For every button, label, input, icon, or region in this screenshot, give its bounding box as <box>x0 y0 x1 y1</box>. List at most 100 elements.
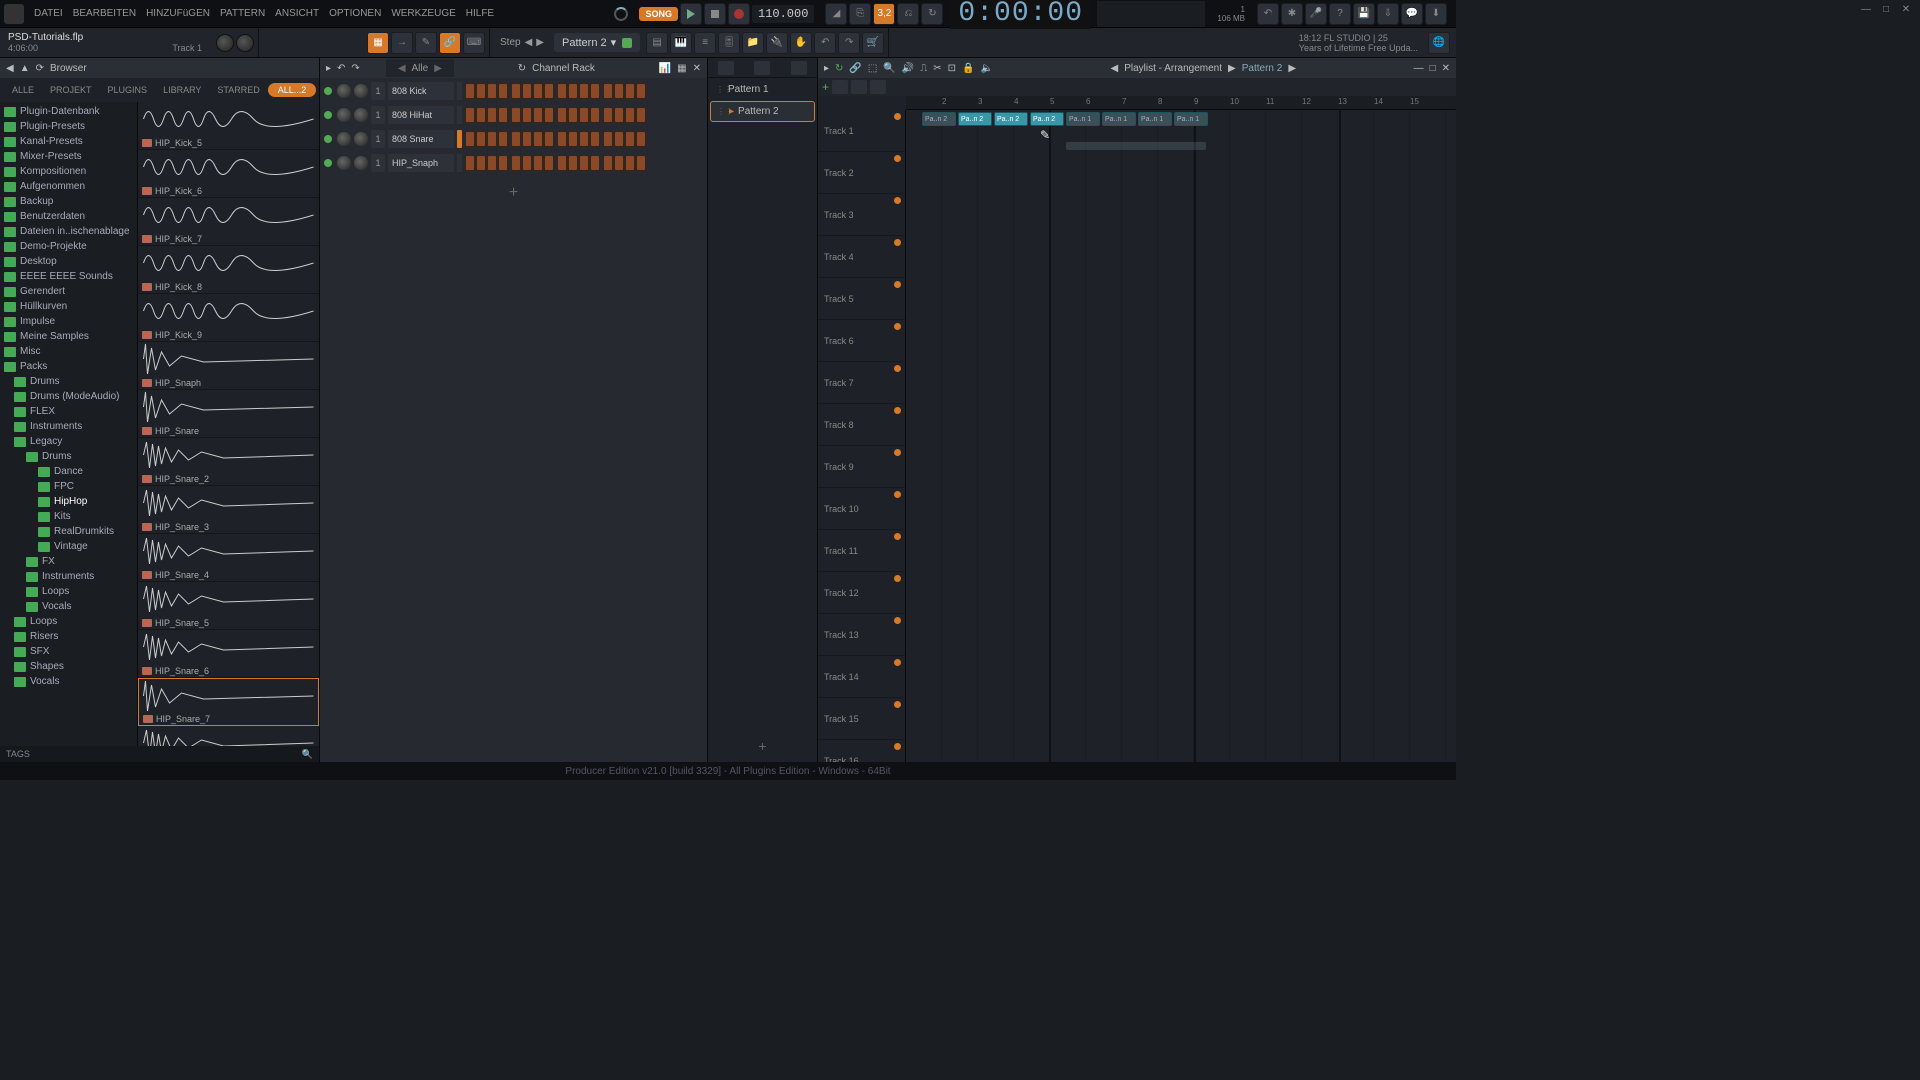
step-cell[interactable] <box>568 155 578 171</box>
picker-list-icon[interactable] <box>718 61 734 75</box>
track-mute-led[interactable] <box>894 197 901 204</box>
step-cell[interactable] <box>614 155 624 171</box>
step-cell[interactable] <box>465 131 475 147</box>
metronome-button[interactable]: ◢ <box>825 3 847 25</box>
channel-pan-knob[interactable] <box>337 132 351 146</box>
channel-add-button[interactable]: + <box>320 178 707 208</box>
save-button[interactable]: 💾 <box>1353 3 1375 25</box>
step-cell[interactable] <box>544 155 554 171</box>
playlist-clip[interactable]: Pa..n 1 <box>1138 112 1172 126</box>
sample-row[interactable]: HIP_Snare_3 <box>138 486 319 534</box>
track-header[interactable]: Track 8 <box>818 404 905 446</box>
tree-item[interactable]: Demo-Projekte <box>0 239 137 254</box>
tree-item[interactable]: Shapes <box>0 659 137 674</box>
cr-filter-next[interactable]: ▶ <box>428 63 448 74</box>
channel-name[interactable]: 808 HiHat <box>388 106 454 124</box>
pl-tool-paint-icon[interactable] <box>851 80 867 94</box>
step-cell[interactable] <box>511 131 521 147</box>
sample-row[interactable]: HIP_Kick_5 <box>138 102 319 150</box>
step-cell[interactable] <box>557 131 567 147</box>
help-button[interactable]: ? <box>1329 3 1351 25</box>
step-cell[interactable] <box>636 107 646 123</box>
track-mute-led[interactable] <box>894 407 901 414</box>
pl-speaker-icon[interactable]: 🔈 <box>980 63 992 74</box>
chat-button[interactable]: 💬 <box>1401 3 1423 25</box>
countdown-button[interactable]: 3,2 <box>873 3 895 25</box>
playlist-clip[interactable]: Pa..n 2 <box>922 112 956 126</box>
step-cell[interactable] <box>557 155 567 171</box>
picker-edit-icon[interactable] <box>791 61 807 75</box>
channel-vol-knob[interactable] <box>354 156 368 170</box>
step-cell[interactable] <box>533 155 543 171</box>
menu-pattern[interactable]: PATTERN <box>216 6 269 21</box>
song-mode-button[interactable]: SONG <box>639 7 678 21</box>
mixer-button[interactable]: 🎚 <box>718 32 740 54</box>
tree-item[interactable]: Drums <box>0 449 137 464</box>
playlist-button[interactable]: ▤ <box>646 32 668 54</box>
tree-item[interactable]: Desktop <box>0 254 137 269</box>
channel-mute-led[interactable] <box>324 135 332 143</box>
minimize-button[interactable]: — <box>1858 2 1874 16</box>
cr-loop-icon[interactable]: ↻ <box>518 63 526 74</box>
sample-row[interactable]: HIP_Snare_4 <box>138 534 319 582</box>
tree-item[interactable]: EEEE EEEE Sounds <box>0 269 137 284</box>
step-cell[interactable] <box>590 155 600 171</box>
step-cell[interactable] <box>465 155 475 171</box>
channel-number[interactable]: 1 <box>371 130 385 148</box>
maximize-button[interactable]: □ <box>1878 2 1894 16</box>
tree-item[interactable]: Meine Samples <box>0 329 137 344</box>
pl-next-icon[interactable]: ▶ <box>1228 63 1236 74</box>
blend-button[interactable]: ⎌ <box>897 3 919 25</box>
link-button[interactable]: ✎ <box>415 32 437 54</box>
cr-close-icon[interactable]: ✕ <box>693 63 701 74</box>
step-cell[interactable] <box>625 155 635 171</box>
track-header[interactable]: Track 10 <box>818 488 905 530</box>
playlist-clip[interactable]: Pa..n 1 <box>1066 112 1100 126</box>
step-cell[interactable] <box>522 131 532 147</box>
step-cell[interactable] <box>579 131 589 147</box>
pl-select-icon[interactable]: ⬚ <box>868 63 877 74</box>
playlist-clip[interactable]: Pa..n 2 <box>1030 112 1064 126</box>
piano-roll-button[interactable]: 🎹 <box>670 32 692 54</box>
playlist-ruler[interactable]: 23456789101112131415 <box>906 96 1456 110</box>
time-display[interactable]: 0:00:00 <box>950 0 1091 29</box>
pl-crumb-next-icon[interactable]: ▶ <box>1288 63 1296 74</box>
undo-main-button[interactable]: ↶ <box>1257 3 1279 25</box>
browser-up-icon[interactable]: ▲ <box>20 63 30 74</box>
track-header[interactable]: Track 4 <box>818 236 905 278</box>
tree-item[interactable]: RealDrumkits <box>0 524 137 539</box>
tree-item[interactable]: Misc <box>0 344 137 359</box>
pl-link-icon[interactable]: 🔗 <box>849 63 861 74</box>
step-cell[interactable] <box>476 83 486 99</box>
sample-row[interactable]: HIP_Kick_9 <box>138 294 319 342</box>
search-icon[interactable]: 🔍 <box>302 749 313 760</box>
menu-bearbeiten[interactable]: BEARBEITEN <box>69 6 140 21</box>
step-cell[interactable] <box>603 83 613 99</box>
snap-next-button[interactable]: → <box>391 32 413 54</box>
track-mute-led[interactable] <box>894 365 901 372</box>
track-header[interactable]: Track 6 <box>818 320 905 362</box>
typing-kb-button[interactable]: ⌨ <box>463 32 485 54</box>
tree-item[interactable]: Plugin-Datenbank <box>0 104 137 119</box>
tree-item[interactable]: Vocals <box>0 599 137 614</box>
step-cell[interactable] <box>498 155 508 171</box>
step-cell[interactable] <box>544 107 554 123</box>
picker-add-icon[interactable] <box>754 61 770 75</box>
tree-item[interactable]: FLEX <box>0 404 137 419</box>
step-cell[interactable] <box>533 107 543 123</box>
pattern-item[interactable]: ⋮⋮▸Pattern 2 <box>710 101 815 122</box>
tree-item[interactable]: Impulse <box>0 314 137 329</box>
channel-mute-led[interactable] <box>324 87 332 95</box>
step-cell[interactable] <box>487 155 497 171</box>
tree-item[interactable]: Plugin-Presets <box>0 119 137 134</box>
close-button[interactable]: ✕ <box>1898 2 1914 16</box>
cr-undo-icon[interactable]: ↶ <box>337 63 345 74</box>
menu-hinzufuegen[interactable]: HINZUFüGEN <box>142 6 214 21</box>
tree-item[interactable]: Risers <box>0 629 137 644</box>
stop-button[interactable] <box>704 3 726 25</box>
tree-item[interactable]: Kompositionen <box>0 164 137 179</box>
record-button[interactable] <box>728 3 750 25</box>
redo-button[interactable]: ↷ <box>838 32 860 54</box>
pl-menu-icon[interactable]: ▸ <box>824 63 829 74</box>
sample-row[interactable]: HIP_Snare_6 <box>138 630 319 678</box>
